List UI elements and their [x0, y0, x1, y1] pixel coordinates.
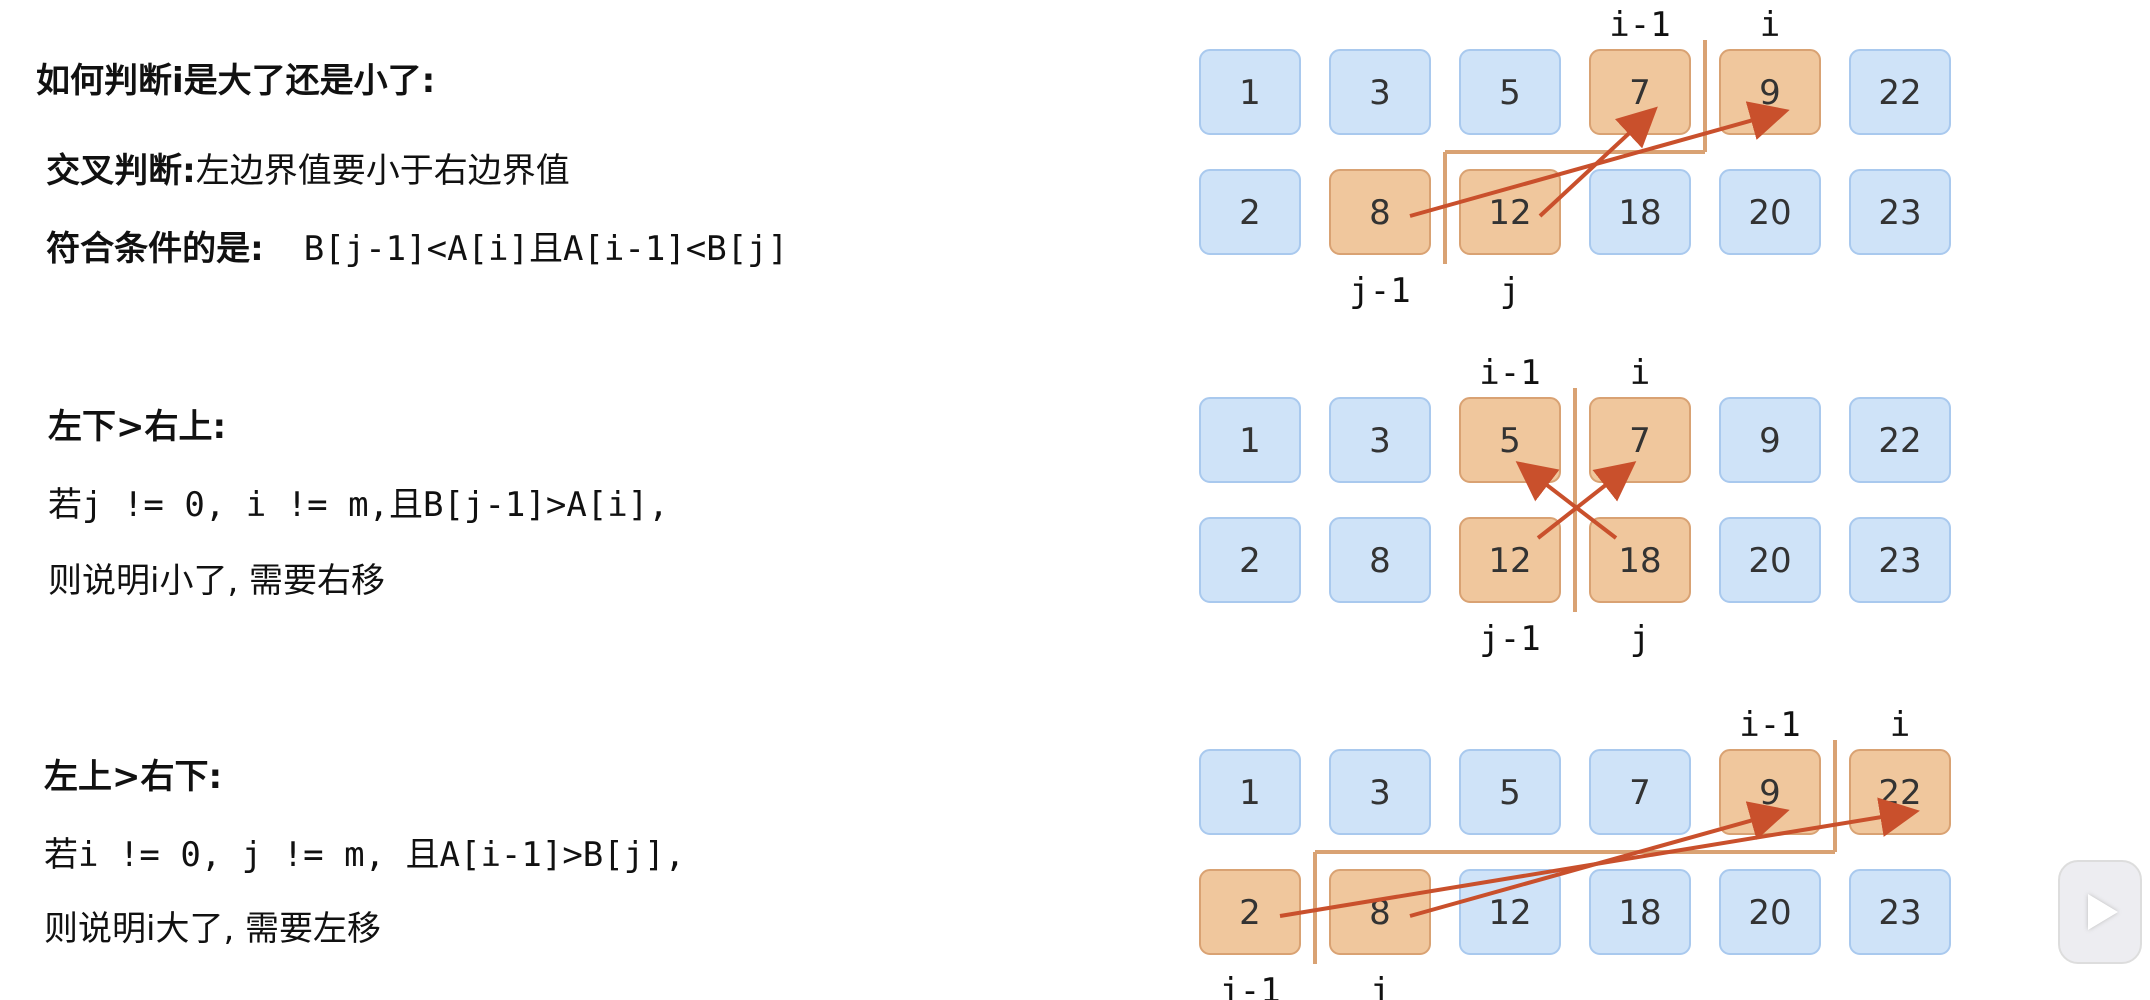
array-b-cell-value: 2 — [1239, 541, 1261, 581]
array-b-cell: 20 — [1719, 169, 1821, 255]
array-b-cell-value: 20 — [1748, 541, 1791, 581]
array-a-cell: 1 — [1199, 49, 1301, 135]
partition-diagrams: 1 3 5 7 9 222 8 12 18 20 23i-1 ij-1 j 1 3 5 7 9 222 8 12 18 2… — [1199, 5, 1951, 1000]
array-b-cell-value: 8 — [1369, 193, 1391, 233]
array-b-cell: 18 — [1589, 169, 1691, 255]
diagram-2: 1 3 5 7 9 222 8 12 18 20 23i-1 ij-1 j — [1199, 353, 1951, 659]
array-a-cell-value: 7 — [1629, 421, 1651, 461]
array-a-cell: 3 — [1329, 49, 1431, 135]
array-b-cell-value: 12 — [1488, 541, 1531, 581]
array-b-cell: 23 — [1849, 169, 1951, 255]
array-a-cell-value: 7 — [1629, 73, 1651, 113]
array-a-cell-value: 5 — [1499, 73, 1521, 113]
array-b-cell: 23 — [1849, 869, 1951, 955]
array-a-cell: 3 — [1329, 749, 1431, 835]
array-a-cell-value: 22 — [1878, 73, 1921, 113]
label-j: j — [1370, 971, 1390, 1000]
label-i: i — [1630, 353, 1650, 393]
label-i-minus-1: i-1 — [1739, 705, 1800, 745]
array-a-cell-value: 7 — [1629, 773, 1651, 813]
array-a-cell-value: 3 — [1369, 73, 1391, 113]
array-b-cell: 8 — [1329, 869, 1431, 955]
array-b-cell: 20 — [1719, 517, 1821, 603]
array-a-cell: 7 — [1589, 749, 1691, 835]
array-b-cell: 20 — [1719, 869, 1821, 955]
array-a-cell-value: 9 — [1759, 73, 1781, 113]
label-i: i — [1760, 5, 1780, 45]
array-a-cell-value: 9 — [1759, 773, 1781, 813]
array-a-cell: 1 — [1199, 749, 1301, 835]
array-a-cell: 22 — [1849, 49, 1951, 135]
diagram-1: 1 3 5 7 9 222 8 12 18 20 23i-1 ij-1 j — [1199, 5, 1951, 311]
array-a-cell-value: 1 — [1239, 73, 1261, 113]
array-a-cell: 7 — [1589, 397, 1691, 483]
array-a-cell-value: 1 — [1239, 421, 1261, 461]
array-b-cell: 2 — [1199, 169, 1301, 255]
array-b-cell-value: 23 — [1878, 893, 1921, 933]
array-a-cell: 22 — [1849, 397, 1951, 483]
label-j: j — [1500, 271, 1520, 311]
array-a-cell: 9 — [1719, 397, 1821, 483]
array-a-cell-value: 5 — [1499, 421, 1521, 461]
diagram-3: 1 3 5 7 9 222 8 12 18 20 23i-1 ij-1 j — [1199, 705, 1951, 1000]
array-b-cell-value: 8 — [1369, 541, 1391, 581]
array-b-cell-value: 23 — [1878, 193, 1921, 233]
array-b-cell: 2 — [1199, 517, 1301, 603]
array-b-cell-value: 2 — [1239, 893, 1261, 933]
array-b-cell-value: 18 — [1618, 541, 1661, 581]
array-b-cell: 8 — [1329, 169, 1431, 255]
array-a-cell-value: 9 — [1759, 421, 1781, 461]
array-a-cell: 5 — [1459, 49, 1561, 135]
label-j-minus-1: j-1 — [1479, 619, 1540, 659]
array-b-cell-value: 2 — [1239, 193, 1261, 233]
array-a-cell: 5 — [1459, 397, 1561, 483]
play-icon[interactable] — [2058, 860, 2142, 964]
array-a-cell-value: 1 — [1239, 773, 1261, 813]
array-a-cell: 9 — [1719, 749, 1821, 835]
array-b-cell-value: 18 — [1618, 193, 1661, 233]
array-a-cell: 1 — [1199, 397, 1301, 483]
array-a-cell-value: 5 — [1499, 773, 1521, 813]
array-a-cell-value: 3 — [1369, 773, 1391, 813]
array-b-cell: 8 — [1329, 517, 1431, 603]
array-a-cell-value: 22 — [1878, 773, 1921, 813]
array-b-cell-value: 20 — [1748, 893, 1791, 933]
array-b-cell-value: 12 — [1488, 893, 1531, 933]
array-b-cell: 23 — [1849, 517, 1951, 603]
array-b-cell-value: 18 — [1618, 893, 1661, 933]
array-b-cell-value: 23 — [1878, 541, 1921, 581]
array-b-cell: 2 — [1199, 869, 1301, 955]
array-b-cell: 18 — [1589, 869, 1691, 955]
array-a-cell: 5 — [1459, 749, 1561, 835]
label-j: j — [1630, 619, 1650, 659]
label-j-minus-1: j-1 — [1219, 971, 1280, 1000]
array-a-cell: 9 — [1719, 49, 1821, 135]
array-a-cell-value: 22 — [1878, 421, 1921, 461]
label-i-minus-1: i-1 — [1609, 5, 1670, 45]
label-j-minus-1: j-1 — [1349, 271, 1410, 311]
array-b-cell-value: 20 — [1748, 193, 1791, 233]
label-i-minus-1: i-1 — [1479, 353, 1540, 393]
array-b-cell-value: 12 — [1488, 193, 1531, 233]
array-a-cell-value: 3 — [1369, 421, 1391, 461]
array-a-cell: 3 — [1329, 397, 1431, 483]
label-i: i — [1890, 705, 1910, 745]
